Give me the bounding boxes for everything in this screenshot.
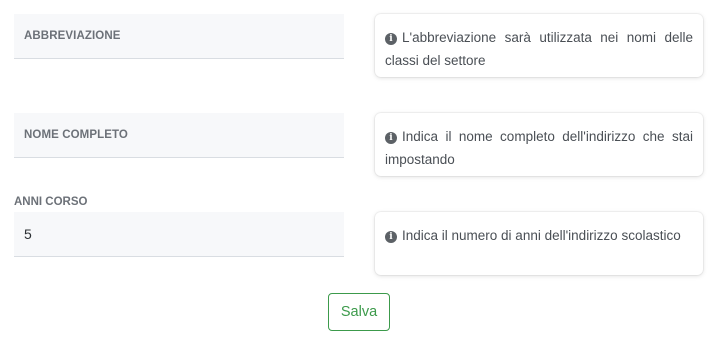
info-circle-icon: i — [385, 231, 397, 243]
abbreviazione-label: ABBREVIAZIONE — [24, 30, 121, 42]
anni-corso-hint-card: i Indica il numero di anni dell'indirizzo… — [375, 212, 703, 275]
abbreviazione-hint-text: L'abbreviazione sarà utilizzata nei nomi… — [385, 30, 693, 68]
anni-corso-field[interactable]: 5 — [14, 212, 344, 257]
nome-completo-hint-card: i Indica il nome completo dell'indirizzo … — [375, 113, 703, 176]
nome-completo-label: NOME COMPLETO — [24, 129, 128, 141]
info-circle-icon: i — [385, 132, 397, 144]
anni-corso-label: ANNI CORSO — [14, 196, 88, 208]
anni-corso-value: 5 — [24, 226, 32, 242]
abbreviazione-hint-card: i L'abbreviazione sarà utilizzata nei nom… — [375, 14, 703, 77]
nome-completo-field[interactable]: NOME COMPLETO — [14, 113, 344, 158]
info-circle-icon: i — [385, 33, 397, 45]
nome-completo-hint-text: Indica il nome completo dell'indirizzo c… — [385, 129, 693, 167]
anni-corso-hint-text: Indica il numero di anni dell'indirizzo … — [402, 228, 681, 243]
abbreviazione-field[interactable]: ABBREVIAZIONE — [14, 14, 344, 59]
save-button[interactable]: Salva — [328, 293, 390, 331]
